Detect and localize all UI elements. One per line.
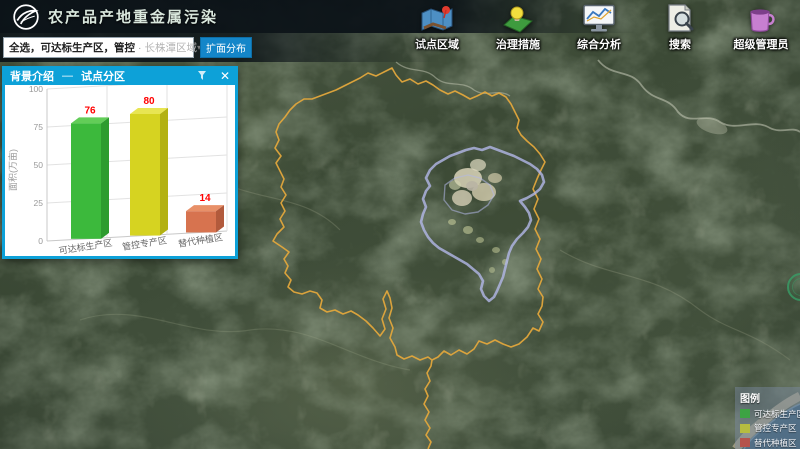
panel-title: 背景介绍 (10, 68, 54, 84)
nav-item-label: 超级管理员 (734, 36, 789, 52)
close-icon[interactable]: ✕ (220, 70, 230, 82)
nav-item-treatment-measures[interactable]: 治理措施 (485, 4, 551, 52)
province-boundary (273, 68, 545, 449)
legend-title: 图例 (740, 390, 800, 405)
map-pin-icon (419, 4, 455, 34)
legend-label: 管控专产区 (754, 422, 797, 434)
legend-item: 管控专产区 (740, 422, 800, 434)
legend-item: 可达标生产区 (740, 408, 800, 420)
bar-chart: 0255075100面积(万亩)76可达标生产区80管控专产区14替代种植区 (5, 85, 235, 256)
filter-selected-values: 全选，可达标生产区，管控 (9, 40, 135, 55)
chart-area: 0255075100面积(万亩)76可达标生产区80管控专产区14替代种植区 (5, 85, 235, 256)
filter-bar: 全选，可达标生产区，管控 · 长株潭区域 ▾ 扩面分布 (0, 33, 440, 62)
pin-icon[interactable] (196, 70, 208, 82)
legend-rows: 可达标生产区管控专产区替代种植区 (740, 408, 800, 449)
lightbulb-icon (500, 4, 536, 34)
legend-item: 替代种植区 (740, 437, 800, 449)
nav-item-search[interactable]: 搜索 (647, 4, 713, 52)
svg-text:0: 0 (38, 236, 43, 246)
region-placeholder: 长株潭区域 (145, 40, 198, 55)
panel-header[interactable]: 背景介绍 — 试点分区 ✕ (2, 66, 238, 85)
filter-separator: · (138, 42, 142, 54)
nav-item-label: 综合分析 (577, 36, 621, 52)
svg-text:14: 14 (199, 193, 211, 204)
legend-label: 可达标生产区 (754, 408, 800, 420)
brand: 农产品产地重金属污染 (12, 3, 218, 31)
legend-label: 替代种植区 (754, 437, 797, 449)
river (598, 60, 800, 132)
legend-swatch (740, 424, 750, 433)
map-viewport[interactable]: 农产品产地重金属污染 试点区域治理措施综合分析搜索超级管理员 全选，可达标生产区… (0, 0, 800, 449)
svg-text:100: 100 (29, 85, 43, 94)
lake (695, 114, 730, 137)
map-legend: 图例 可达标生产区管控专产区替代种植区 (735, 387, 800, 449)
valley-vein (560, 250, 790, 360)
nav-item-super-admin[interactable]: 超级管理员 (728, 4, 794, 52)
river (396, 62, 510, 96)
app-title: 农产品产地重金属污染 (48, 6, 218, 27)
nav-item-comprehensive-analysis[interactable]: 综合分析 (566, 4, 632, 52)
legend-swatch (740, 438, 750, 447)
svg-text:50: 50 (34, 160, 44, 170)
svg-text:75: 75 (34, 122, 44, 132)
legend-swatch (740, 409, 750, 418)
svg-text:76: 76 (84, 105, 96, 116)
region-filter-combobox[interactable]: 全选，可达标生产区，管控 · 长株潭区域 ▾ (3, 37, 194, 58)
svg-text:25: 25 (34, 198, 44, 208)
search-doc-icon (662, 4, 698, 34)
monitor-chart-icon (581, 4, 617, 34)
panel-title-separator: — (62, 70, 73, 82)
pilot-region-inner-boundary (444, 175, 494, 214)
svg-text:80: 80 (143, 96, 155, 107)
valley-vein (80, 314, 410, 370)
background-intro-panel: 背景介绍 — 试点分区 ✕ 0255075100面积(万亩)76可达标生产区80… (2, 66, 238, 259)
nav-bar: 试点区域治理措施综合分析搜索超级管理员 (404, 4, 794, 52)
svg-text:面积(万亩): 面积(万亩) (7, 149, 18, 191)
app-logo-icon (12, 3, 40, 31)
nav-item-label: 搜索 (669, 36, 691, 52)
mug-icon (743, 4, 779, 34)
expand-distribution-button[interactable]: 扩面分布 (200, 37, 252, 58)
panel-subtitle: 试点分区 (81, 68, 125, 84)
urban-area (448, 159, 508, 273)
nav-item-label: 治理措施 (496, 36, 540, 52)
pilot-region-boundary (421, 147, 544, 301)
watermark-seal (788, 274, 800, 300)
